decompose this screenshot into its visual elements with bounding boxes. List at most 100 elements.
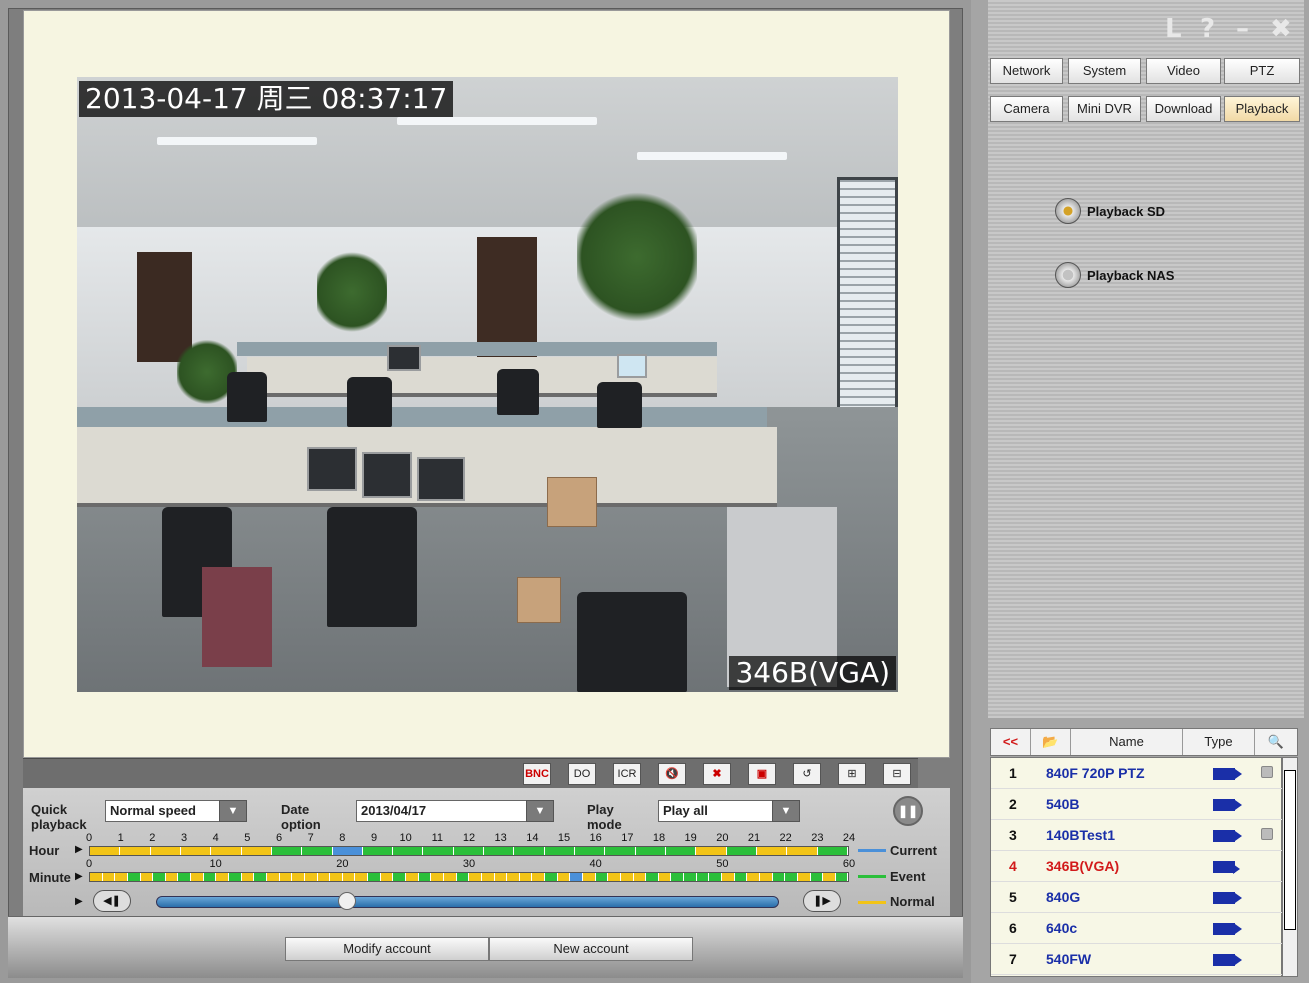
list-item[interactable]: 1 840F 720P PTZ [991,758,1283,789]
pause-button[interactable]: ❚❚ [893,796,923,826]
tab-network[interactable]: Network [990,58,1063,84]
timeline-segment [406,873,419,881]
play-mode-select[interactable]: Play all ▼ [658,800,800,822]
playback-nas-radio[interactable] [1055,262,1081,288]
timeline-segment [575,847,606,855]
bnc-button[interactable]: BNC [523,763,551,785]
timeline-segment [519,873,533,881]
folder-icon[interactable]: 📂 [1031,729,1071,755]
timeline-segment [665,847,697,855]
timeline-segment [823,873,836,881]
minute-label: Minute [29,870,71,885]
timeline-segment [696,847,727,855]
video-view[interactable]: 2013-04-17 周三 08:37:17 346B(VGA) [77,77,898,692]
camera-name: 540B [1046,796,1080,812]
language-icon[interactable]: L [1165,14,1182,44]
zoom-in-icon[interactable]: ⊞ [838,763,866,785]
timeline-segment [153,873,166,881]
slider-handle[interactable] [338,892,356,910]
scrollbar-thumb[interactable] [1284,770,1296,930]
skip-forward-button[interactable]: ❚▶ [803,890,841,912]
tab-playback[interactable]: Playback [1224,96,1300,122]
microphone-mute-icon[interactable]: ✖ [703,763,731,785]
camera-number: 3 [1009,827,1017,843]
do-button[interactable]: DO [568,763,596,785]
list-item[interactable]: 7 540FW [991,944,1283,975]
timeline-segment [362,847,394,855]
tab-system[interactable]: System [1068,58,1141,84]
camera-number: 6 [1009,920,1017,936]
minute-timeline[interactable] [89,872,849,882]
rotate-icon[interactable]: ↺ [793,763,821,785]
help-icon[interactable]: ? [1200,14,1215,44]
tab-download[interactable]: Download [1146,96,1221,122]
type-column-header[interactable]: Type [1183,729,1255,755]
playback-slider[interactable] [156,896,779,908]
list-item[interactable]: 5 840G [991,882,1283,913]
list-item[interactable]: 3 140BTest1 [991,820,1283,851]
list-item[interactable]: 2 540B [991,789,1283,820]
timeline-segment [507,873,520,881]
timeline-segment [469,873,482,881]
chevron-down-icon[interactable]: ▼ [772,800,800,822]
timeline-segment [532,873,546,881]
tick-label: 4 [212,832,219,844]
timeline-segment [368,873,381,881]
hour-timeline[interactable] [89,846,849,856]
timeline-segment [292,873,305,881]
tick-label: 2 [149,832,156,844]
timeline-segment [582,873,596,881]
quick-playback-value: Normal speed [110,803,196,818]
legend-current-swatch [858,849,886,852]
camera-number: 2 [1009,796,1017,812]
close-icon[interactable]: ✖ [1270,14,1292,44]
tab-video[interactable]: Video [1146,58,1221,84]
timeline-segment [456,873,470,881]
tick-label: 20 [716,832,729,844]
chevron-down-icon[interactable]: ▼ [219,800,247,822]
list-item[interactable]: 6 640c [991,913,1283,944]
list-item-active[interactable]: 4 346B(VGA) [991,851,1283,882]
name-column-header[interactable]: Name [1071,729,1183,755]
timeline-segment [671,873,685,881]
timeline-segment [544,847,575,855]
search-icon[interactable]: 🔍 [1255,729,1297,755]
tick-label: 40 [589,858,602,870]
tick-label: 8 [339,832,346,844]
playback-sd-radio[interactable] [1055,198,1081,224]
icr-button[interactable]: ICR [613,763,641,785]
modify-account-button[interactable]: Modify account [285,937,489,961]
timeline-segment [633,873,647,881]
tick-label: 23 [811,832,824,844]
timeline-segment [726,847,757,855]
scene-chair [327,507,417,627]
date-select[interactable]: 2013/04/17 ▼ [356,800,554,822]
timeline-segment [620,873,634,881]
chevron-down-icon[interactable]: ▼ [526,800,554,822]
quick-playback-select[interactable]: Normal speed ▼ [105,800,247,822]
timeline-segment [178,873,192,881]
minimize-icon[interactable]: – [1236,14,1249,44]
zoom-out-icon[interactable]: ⊟ [883,763,911,785]
timeline-segment [709,873,723,881]
snapshot-icon[interactable]: ▣ [748,763,776,785]
tick-label: 3 [180,832,188,844]
timeline-segment [557,873,571,881]
camera-number: 4 [1009,858,1017,874]
scene-blanket [202,567,272,667]
camera-name: 346B(VGA) [1046,858,1120,874]
timeline-segment [180,847,212,855]
scene-monitor [307,447,357,491]
legend-normal-swatch [858,901,886,904]
timeline-segment [90,847,121,855]
collapse-button[interactable]: << [991,729,1031,755]
skip-back-button[interactable]: ◀❚ [93,890,131,912]
tab-ptz[interactable]: PTZ [1224,58,1300,84]
tab-camera[interactable]: Camera [990,96,1063,122]
scene-monitor [362,452,412,498]
timeline-segment [696,873,710,881]
tab-mini-dvr[interactable]: Mini DVR [1068,96,1141,122]
speaker-mute-icon[interactable]: 🔇 [658,763,686,785]
new-account-button[interactable]: New account [489,937,693,961]
timeline-segment [266,873,280,881]
